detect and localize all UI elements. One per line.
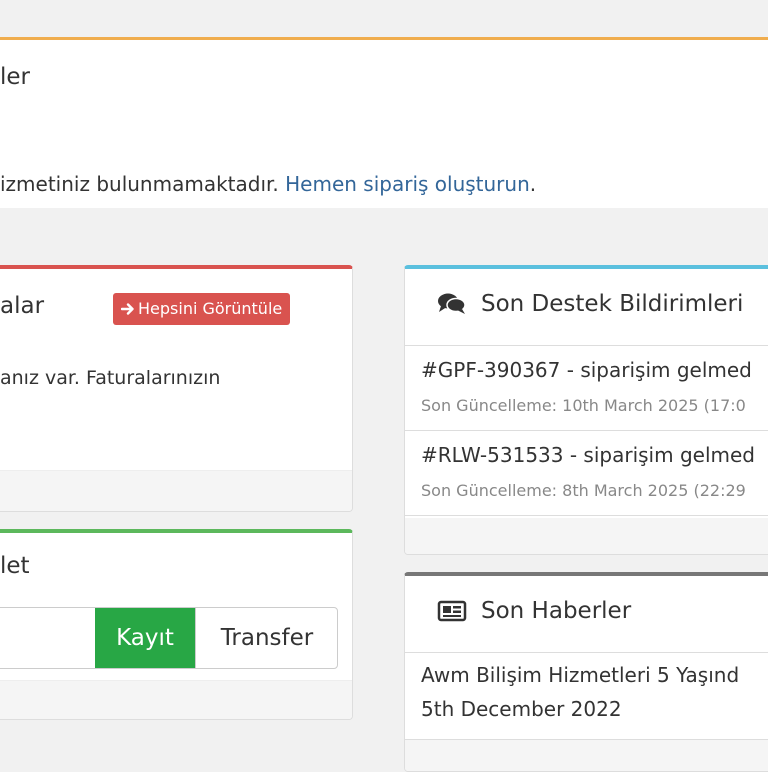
panel-footer — [0, 470, 352, 511]
period-text: . — [529, 172, 537, 196]
panel-footer — [405, 518, 768, 554]
ticket-last-updated: Son Güncelleme: 8th March 2025 (22:29 — [421, 481, 746, 500]
panel-title-text: Son Haberler — [481, 598, 632, 624]
panel-title: Son Destek Bildirimleri — [437, 291, 743, 317]
view-all-label: Hepsini Görüntüle — [138, 299, 283, 318]
no-services-message: izmetiniz bulunmamaktadır. Hemen sipariş… — [0, 172, 536, 196]
active-services-panel: ler izmetiniz bulunmamaktadır. Hemen sip… — [0, 37, 768, 208]
panel-heading: ler — [0, 64, 30, 90]
panel-title: Son Haberler — [437, 598, 631, 624]
ticket-last-updated: Son Güncelleme: 10th March 2025 (17:0 — [421, 396, 746, 415]
view-all-button[interactable]: Hepsini Görüntüle — [113, 293, 291, 325]
transfer-button[interactable]: Transfer — [195, 608, 338, 668]
panel-heading: let — [0, 553, 30, 579]
news-date: 5th December 2022 — [421, 697, 622, 721]
recent-news-panel: Son Haberler Awm Bilişim Hizmetleri 5 Ya… — [404, 572, 768, 772]
comments-icon — [437, 292, 467, 316]
register-button[interactable]: Kayıt — [95, 608, 195, 668]
panel-title-text: Son Destek Bildirimleri — [481, 291, 744, 317]
ticket-title[interactable]: #RLW-531533 - siparişim gelmed — [421, 443, 755, 467]
invoices-message: anız var. Faturalarınızın — [0, 367, 221, 389]
panel-header: Son Destek Bildirimleri — [405, 269, 768, 346]
domain-search-panel: let Kayıt Transfer — [0, 529, 353, 720]
recent-tickets-panel: Son Destek Bildirimleri #GPF-390367 - si… — [404, 265, 768, 555]
panel-heading: alar — [0, 293, 45, 319]
ticket-item[interactable]: #RLW-531533 - siparişim gelmed Son Günce… — [405, 431, 768, 516]
panel-header: Son Haberler — [405, 576, 768, 653]
panel-footer — [405, 740, 768, 771]
news-item[interactable]: Awm Bilişim Hizmetleri 5 Yaşınd 5th Dece… — [405, 653, 768, 740]
arrow-right-icon — [121, 302, 135, 316]
create-order-link[interactable]: Hemen sipariş oluşturun — [285, 172, 530, 196]
domain-search-group: Kayıt Transfer — [0, 607, 338, 669]
panel-footer — [0, 680, 352, 719]
no-services-text: izmetiniz bulunmamaktadır. — [0, 172, 286, 196]
news-title[interactable]: Awm Bilişim Hizmetleri 5 Yaşınd — [421, 663, 739, 687]
ticket-item[interactable]: #GPF-390367 - siparişim gelmed Son Günce… — [405, 346, 768, 431]
ticket-title[interactable]: #GPF-390367 - siparişim gelmed — [421, 358, 752, 382]
newspaper-icon — [437, 600, 467, 622]
unpaid-invoices-panel: alar Hepsini Görüntüle anız var. Fatural… — [0, 265, 353, 512]
